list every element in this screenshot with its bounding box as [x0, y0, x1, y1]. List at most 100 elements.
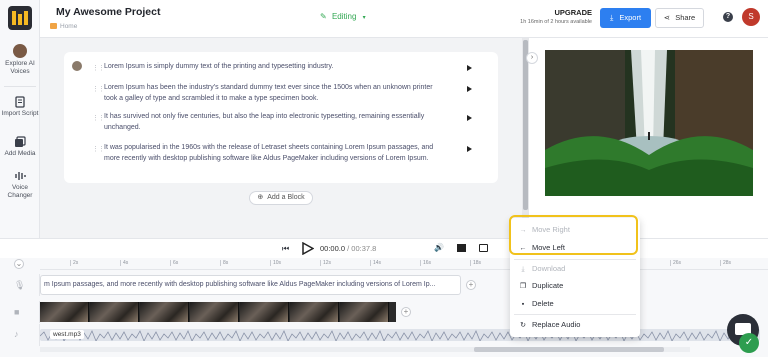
upgrade-title[interactable]: UPGRADE: [510, 8, 592, 17]
menu-item-duplicate[interactable]: ❐ Duplicate: [518, 281, 563, 290]
audio-clip[interactable]: [40, 329, 760, 341]
timeline-scrollbar[interactable]: [40, 347, 690, 352]
audio-track-label: ♪: [0, 324, 40, 346]
timeline-ruler[interactable]: 2s 4s 6s 8s 10s 12s 14s 16s 18s 20s 22s …: [40, 258, 768, 270]
video-camera-icon: ■: [14, 307, 20, 317]
ruler-tick: 18s: [469, 260, 482, 266]
add-block-label: Add a Block: [267, 194, 305, 201]
share-button[interactable]: ⋖ Share: [655, 8, 704, 28]
video-thumbnail: [40, 302, 89, 322]
menu-item-label: Duplicate: [532, 281, 564, 290]
add-media-icon: [15, 136, 26, 147]
sidebar-divider: [4, 86, 36, 87]
share-label: Share: [675, 13, 696, 22]
script-paragraph[interactable]: Lorem Ipsum is simply dummy text of the …: [104, 62, 434, 73]
menu-item-download[interactable]: ⤓ Download: [518, 264, 565, 274]
ruler-tick: 10s: [269, 260, 282, 266]
scrollbar-thumb[interactable]: [474, 347, 664, 352]
ruler-tick: 12s: [319, 260, 332, 266]
video-clip[interactable]: [40, 302, 396, 322]
menu-item-label: Delete: [532, 299, 554, 308]
checkmark-icon[interactable]: ✓: [739, 333, 759, 353]
project-title[interactable]: My Awesome Project: [56, 6, 160, 18]
video-preview[interactable]: [545, 50, 753, 196]
script-paragraph[interactable]: It has survived not only five centuries,…: [104, 112, 434, 133]
scrollbar-thumb[interactable]: [523, 40, 528, 210]
export-label: Export: [619, 13, 642, 22]
sidebar-item-explore-ai-voices[interactable]: Explore AI Voices: [0, 44, 40, 76]
ai-voices-avatar-icon: [13, 44, 27, 58]
add-voice-clip-icon[interactable]: +: [466, 280, 476, 290]
usage-remaining: 1h 16min of 2 hours available: [520, 19, 592, 25]
chevron-down-icon: ▾: [362, 15, 366, 21]
voice-text-clip[interactable]: m Ipsum passages, and more recently with…: [40, 275, 461, 295]
sidebar-item-add-media[interactable]: Add Media: [0, 136, 40, 158]
waterfall-image: [545, 50, 753, 196]
voice-track-label: 🎙: [0, 274, 40, 296]
timeline: ⌄ 2s 4s 6s 8s 10s 12s 14s 16s 18s 20s 22…: [0, 258, 768, 357]
download-icon: ⤓: [521, 266, 525, 273]
audio-waveform: [40, 330, 757, 341]
ruler-tick: 6s: [169, 260, 179, 266]
video-thumbnail: [140, 302, 189, 322]
menu-item-delete[interactable]: ▪ Delete: [518, 299, 554, 308]
duplicate-icon: ❐: [519, 283, 527, 290]
menu-divider: [514, 259, 636, 260]
sidebar-item-import-script[interactable]: Import Script: [0, 96, 40, 118]
play-paragraph-icon[interactable]: [467, 115, 472, 121]
plus-circle-icon: ⊕: [257, 194, 264, 201]
drag-handle-icon[interactable]: ⋮⋮: [92, 145, 105, 153]
music-note-icon: ♪: [14, 329, 19, 339]
drag-handle-icon[interactable]: ⋮⋮: [92, 114, 105, 122]
skip-back-icon[interactable]: ⏮: [282, 244, 289, 254]
ruler-tick: 28s: [719, 260, 732, 266]
timeline-collapse-icon[interactable]: ⌄: [14, 259, 24, 269]
drag-handle-icon[interactable]: ⋮⋮: [92, 64, 105, 72]
ruler-tick: 8s: [219, 260, 229, 266]
upgrade-info[interactable]: UPGRADE 1h 16min of 2 hours available: [510, 8, 592, 25]
play-paragraph-icon[interactable]: [467, 65, 472, 71]
highlight-box: [509, 215, 638, 255]
play-paragraph-icon[interactable]: [467, 86, 472, 92]
breadcrumb[interactable]: Home: [50, 23, 77, 30]
menu-item-replace-audio[interactable]: ↻ Replace Audio: [518, 320, 580, 329]
volume-icon[interactable]: 🔊: [434, 243, 444, 252]
video-thumbnail: [290, 302, 339, 322]
video-thumbnail: [340, 302, 389, 322]
sidebar-item-label: Voice Changer: [7, 184, 33, 199]
sidebar-item-voice-changer[interactable]: Voice Changer: [0, 170, 40, 200]
script-editor: ⋮⋮ Lorem Ipsum is simply dummy text of t…: [40, 38, 522, 238]
ruler-tick: 4s: [119, 260, 129, 266]
chevron-right-icon[interactable]: ›: [526, 52, 538, 64]
player-bar: ⏮ 00:00.0 / 00:37.8 🔊: [0, 238, 768, 258]
video-thumbnail: [90, 302, 139, 322]
download-icon: ⤓: [609, 13, 614, 22]
script-scrollbar[interactable]: [522, 38, 529, 238]
mode-dropdown[interactable]: ✎ Editing ▾: [320, 12, 366, 21]
drag-handle-icon[interactable]: ⋮⋮: [92, 85, 105, 93]
current-time: 00:00.0: [320, 244, 346, 253]
app-logo[interactable]: [8, 6, 32, 30]
play-icon[interactable]: [302, 242, 314, 255]
play-paragraph-icon[interactable]: [467, 146, 472, 152]
folder-icon: [50, 23, 57, 29]
add-block-button[interactable]: ⊕ Add a Block: [249, 191, 313, 205]
script-paragraph[interactable]: Lorem Ipsum has been the industry's stan…: [104, 83, 434, 104]
speaker-avatar-icon[interactable]: [72, 61, 82, 71]
video-thumbnail: [190, 302, 239, 322]
breadcrumb-home[interactable]: Home: [60, 23, 77, 30]
audio-clip-name: west.mp3: [50, 330, 84, 339]
user-avatar[interactable]: S: [742, 8, 760, 26]
video-thumbnail: [240, 302, 289, 322]
ruler-tick: 14s: [369, 260, 382, 266]
add-video-clip-icon[interactable]: +: [401, 307, 411, 317]
help-icon[interactable]: ?: [723, 12, 733, 22]
export-button[interactable]: ⤓ Export: [600, 8, 651, 28]
subtitles-icon[interactable]: [479, 244, 488, 252]
ruler-tick: 26s: [669, 260, 682, 266]
voice-changer-icon: [15, 172, 26, 180]
clapper-icon[interactable]: [457, 244, 466, 252]
mode-label: Editing: [331, 12, 357, 21]
script-paragraph[interactable]: It was popularised in the 1960s with the…: [104, 143, 434, 164]
video-track-label: ■: [0, 301, 40, 323]
